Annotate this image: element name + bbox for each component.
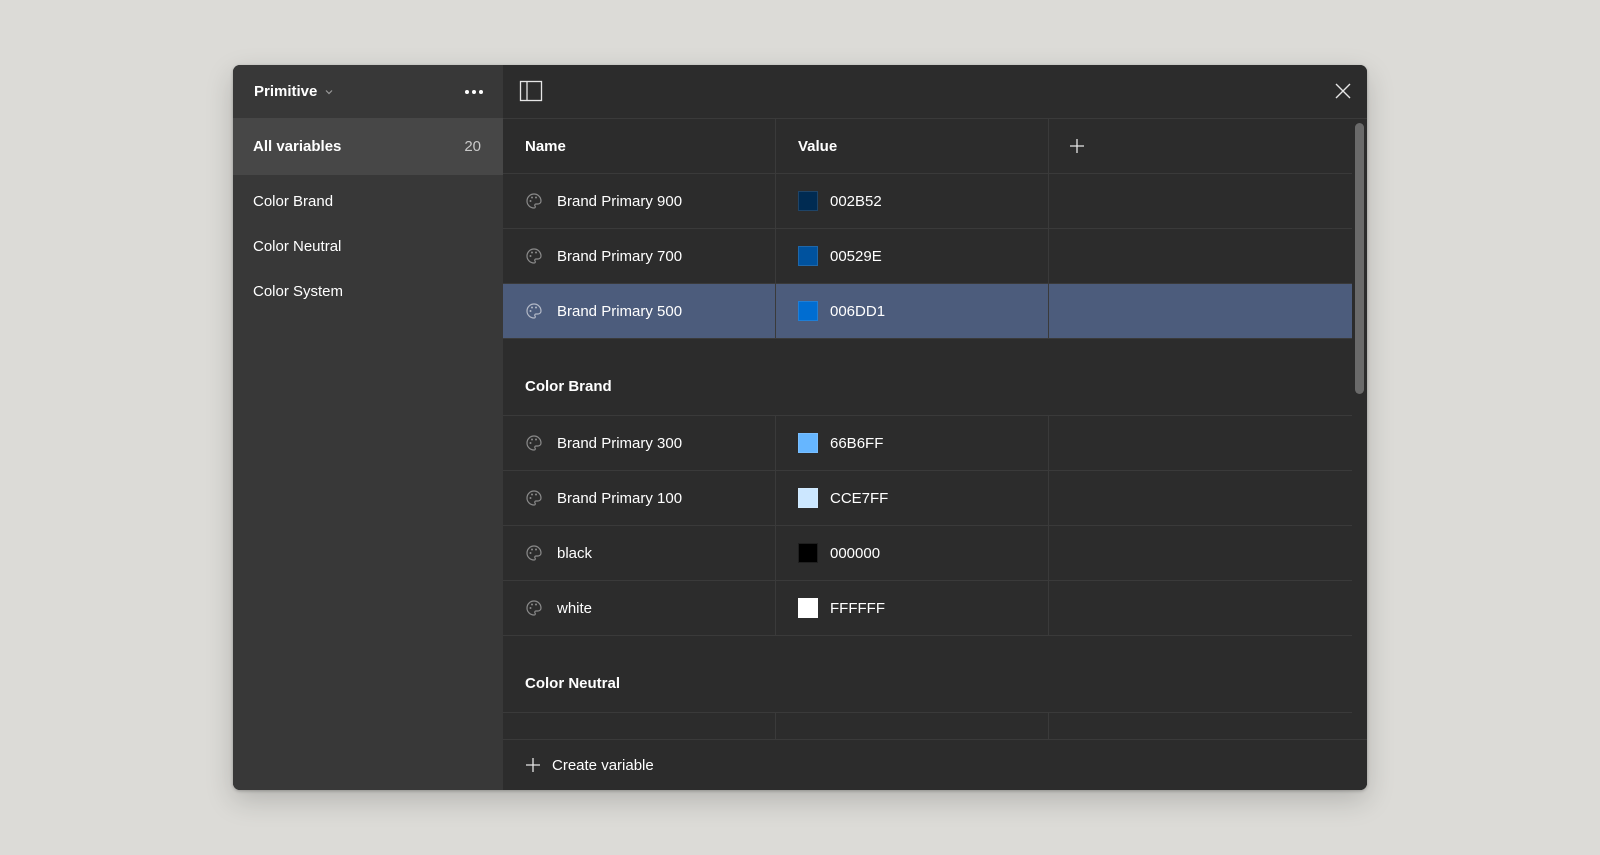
table-row[interactable]: Brand Primary 700 00529E (503, 229, 1352, 284)
table-row[interactable]: Brand Primary 300 66B6FF (503, 416, 1352, 471)
chevron-down-icon (325, 89, 333, 94)
add-mode-cell (1049, 119, 1352, 173)
sidebar-item-color-neutral[interactable]: Color Neutral (233, 224, 503, 269)
palette-icon (526, 248, 542, 264)
variable-count: 20 (464, 138, 481, 155)
variable-value: 006DD1 (830, 302, 886, 320)
color-swatch[interactable] (798, 301, 818, 321)
variable-name: Brand Primary 500 (557, 302, 683, 320)
variables-table: Name Value Brand Primary 900 002B52 Bran… (503, 119, 1352, 739)
palette-icon (526, 303, 542, 319)
sidebar-item-color-brand[interactable]: Color Brand (233, 179, 503, 224)
group-list: Color Brand Color Neutral Color System (233, 175, 503, 314)
table-row-partial[interactable] (503, 713, 1352, 739)
collection-title: Primitive (254, 83, 318, 100)
sidebar-item-all-variables[interactable]: All variables 20 (233, 118, 503, 175)
variable-value: FFFFFF (830, 599, 885, 617)
table-footer: Create variable (503, 739, 1367, 790)
sidebar-panel-icon[interactable] (519, 80, 543, 102)
variable-value: 002B52 (830, 192, 882, 210)
variable-value: 66B6FF (830, 434, 884, 452)
table-row[interactable]: white FFFFFF (503, 581, 1352, 636)
plus-icon[interactable] (1069, 138, 1085, 154)
variable-value: 000000 (830, 544, 881, 562)
vertical-scrollbar[interactable] (1352, 119, 1367, 739)
palette-icon (526, 600, 542, 616)
close-icon[interactable] (1333, 81, 1353, 101)
palette-icon (526, 545, 542, 561)
table-toolbar (503, 65, 1367, 119)
color-swatch[interactable] (798, 488, 818, 508)
collections-sidebar: Primitive All variables 20 Color Brand C… (233, 65, 503, 790)
plus-icon (526, 758, 540, 772)
table-row[interactable]: black 000000 (503, 526, 1352, 581)
group-heading-color-brand: Color Brand (503, 339, 1352, 416)
variable-name: Brand Primary 900 (557, 192, 683, 210)
color-swatch[interactable] (798, 191, 818, 211)
table-row[interactable]: Brand Primary 900 002B52 (503, 174, 1352, 229)
create-variable-button[interactable]: Create variable (525, 757, 654, 774)
variable-value: 00529E (830, 247, 882, 265)
column-header-value: Value (776, 119, 1049, 173)
variables-table-panel: Name Value Brand Primary 900 002B52 Bran… (503, 65, 1367, 790)
color-swatch[interactable] (798, 543, 818, 563)
more-horizontal-icon (465, 89, 469, 94)
more-options-button[interactable] (461, 82, 487, 102)
scrollbar-thumb[interactable] (1355, 123, 1364, 394)
column-header-name: Name (503, 119, 776, 173)
color-swatch[interactable] (798, 246, 818, 266)
palette-icon (526, 490, 542, 506)
table-header-row: Name Value (503, 119, 1352, 174)
variable-name: Brand Primary 700 (557, 247, 683, 265)
sidebar-item-label: All variables (253, 138, 342, 155)
table-row[interactable]: Brand Primary 100 CCE7FF (503, 471, 1352, 526)
variable-name: white (557, 599, 593, 617)
palette-icon (526, 435, 542, 451)
collection-dropdown[interactable]: Primitive (254, 83, 334, 100)
color-swatch[interactable] (798, 433, 818, 453)
sidebar-header: Primitive (233, 65, 503, 118)
variables-modal: Primitive All variables 20 Color Brand C… (233, 65, 1367, 790)
variable-value: CCE7FF (830, 489, 889, 507)
sidebar-item-color-system[interactable]: Color System (233, 269, 503, 314)
variable-name: black (557, 544, 593, 562)
color-swatch[interactable] (798, 598, 818, 618)
group-heading-color-neutral: Color Neutral (503, 636, 1352, 713)
palette-icon (526, 193, 542, 209)
variable-name: Brand Primary 300 (557, 434, 683, 452)
table-row-selected[interactable]: Brand Primary 500 006DD1 (503, 284, 1352, 339)
create-variable-label: Create variable (552, 756, 654, 774)
variable-name: Brand Primary 100 (557, 489, 683, 507)
